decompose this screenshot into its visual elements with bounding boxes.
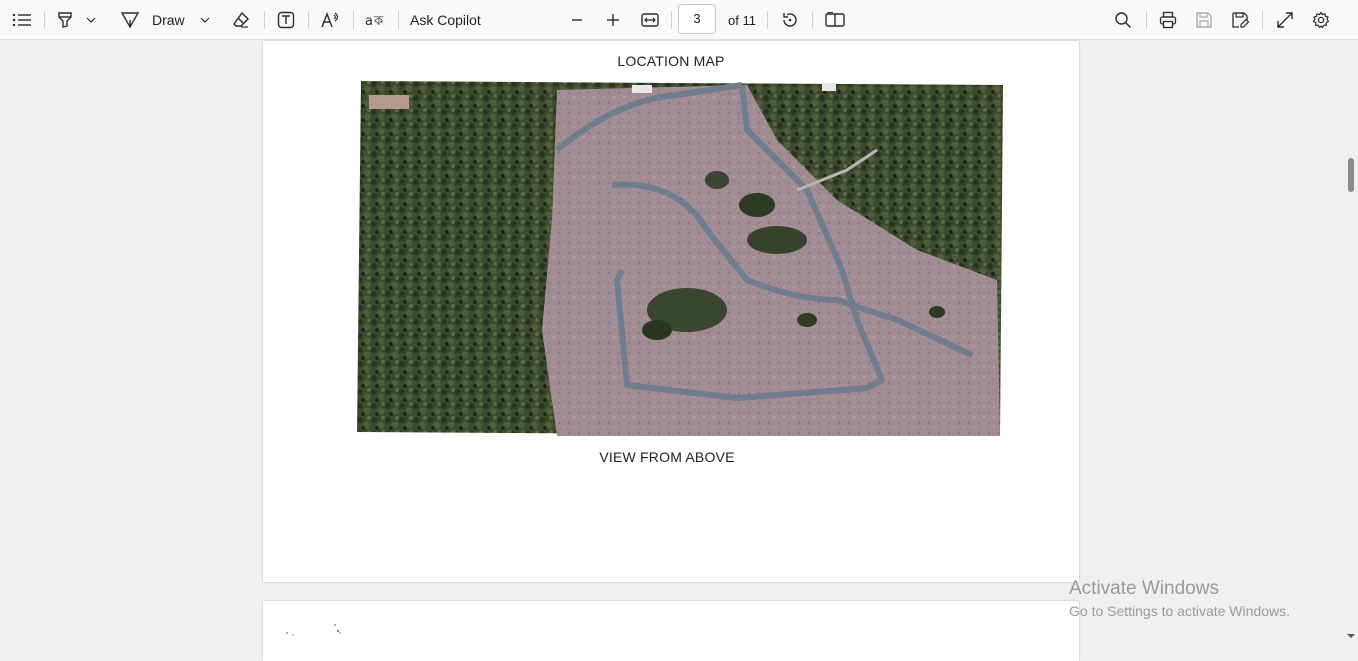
separator	[264, 11, 265, 29]
separator	[353, 11, 354, 29]
save-as-button[interactable]	[1228, 6, 1252, 34]
translate-button[interactable]: aক	[363, 6, 389, 34]
zoom-out-button[interactable]	[566, 6, 588, 34]
page-speckles	[286, 624, 341, 636]
separator	[398, 11, 399, 29]
aerial-photo	[357, 81, 1003, 436]
print-button[interactable]	[1156, 6, 1180, 34]
plus-icon	[607, 14, 619, 26]
page-view-button[interactable]	[823, 6, 847, 34]
separator	[812, 11, 813, 29]
page-count: of 11	[728, 13, 756, 28]
chevron-down-icon	[200, 17, 210, 23]
draw-label: Draw	[152, 12, 185, 28]
activate-windows-title: Activate Windows	[1069, 578, 1219, 599]
minus-icon	[572, 19, 582, 21]
separator	[308, 11, 309, 29]
ask-copilot-button[interactable]: Ask Copilot	[410, 6, 494, 34]
gear-icon	[1312, 11, 1330, 29]
draw-options-dropdown[interactable]	[197, 6, 213, 34]
highlighter-icon	[58, 12, 72, 28]
save-icon	[1196, 12, 1212, 28]
highlight-button[interactable]	[54, 6, 76, 34]
search-button[interactable]	[1111, 6, 1135, 34]
save-as-icon	[1232, 12, 1249, 28]
search-icon	[1115, 12, 1132, 29]
rotate-button[interactable]	[778, 6, 802, 34]
printer-icon	[1159, 11, 1177, 29]
full-screen-button[interactable]	[1273, 6, 1297, 34]
add-text-button[interactable]	[274, 6, 298, 34]
separator	[767, 11, 768, 29]
read-aloud-button[interactable]	[318, 6, 342, 34]
fit-width-icon	[641, 13, 659, 27]
separator	[671, 11, 672, 29]
save-button[interactable]	[1192, 6, 1216, 34]
translate-icon: aক	[365, 14, 384, 29]
draw-button[interactable]: Draw	[120, 6, 192, 34]
separator	[44, 11, 45, 29]
contents-list-button[interactable]	[10, 6, 34, 34]
rotate-icon	[783, 13, 797, 27]
view-from-above-caption: VIEW FROM ABOVE	[599, 449, 735, 465]
text-box-icon	[277, 11, 295, 29]
highlight-options-dropdown[interactable]	[83, 6, 99, 34]
list-icon	[12, 13, 31, 27]
scroll-down-arrow-icon[interactable]	[1346, 632, 1356, 640]
separator	[1146, 11, 1147, 29]
separator	[1262, 11, 1263, 29]
toolbar: Draw aক Ask Copilot 3 of 11	[0, 0, 1358, 40]
next-document-page	[263, 601, 1079, 661]
eraser-icon	[233, 11, 249, 28]
read-aloud-icon	[321, 12, 339, 28]
expand-icon	[1277, 12, 1293, 28]
document-page: LOCATION MAP VIEW FROM ABOVE	[263, 41, 1079, 582]
location-map-caption: LOCATION MAP	[617, 53, 725, 69]
scrollbar-thumb[interactable]	[1348, 158, 1354, 192]
page-number-input[interactable]: 3	[678, 4, 716, 34]
erase-button[interactable]	[229, 6, 253, 34]
chevron-down-icon	[86, 17, 96, 23]
zoom-in-button[interactable]	[602, 6, 624, 34]
two-page-view-icon	[825, 12, 845, 27]
svg-text:a: a	[365, 14, 373, 29]
ask-copilot-label: Ask Copilot	[410, 12, 481, 28]
svg-text:ক: ক	[373, 14, 384, 29]
fit-to-width-button[interactable]	[638, 6, 662, 34]
pen-icon	[120, 12, 140, 29]
activate-windows-subtitle: Go to Settings to activate Windows.	[1069, 603, 1290, 619]
settings-button[interactable]	[1309, 6, 1333, 34]
vertical-scrollbar[interactable]	[1343, 41, 1358, 650]
